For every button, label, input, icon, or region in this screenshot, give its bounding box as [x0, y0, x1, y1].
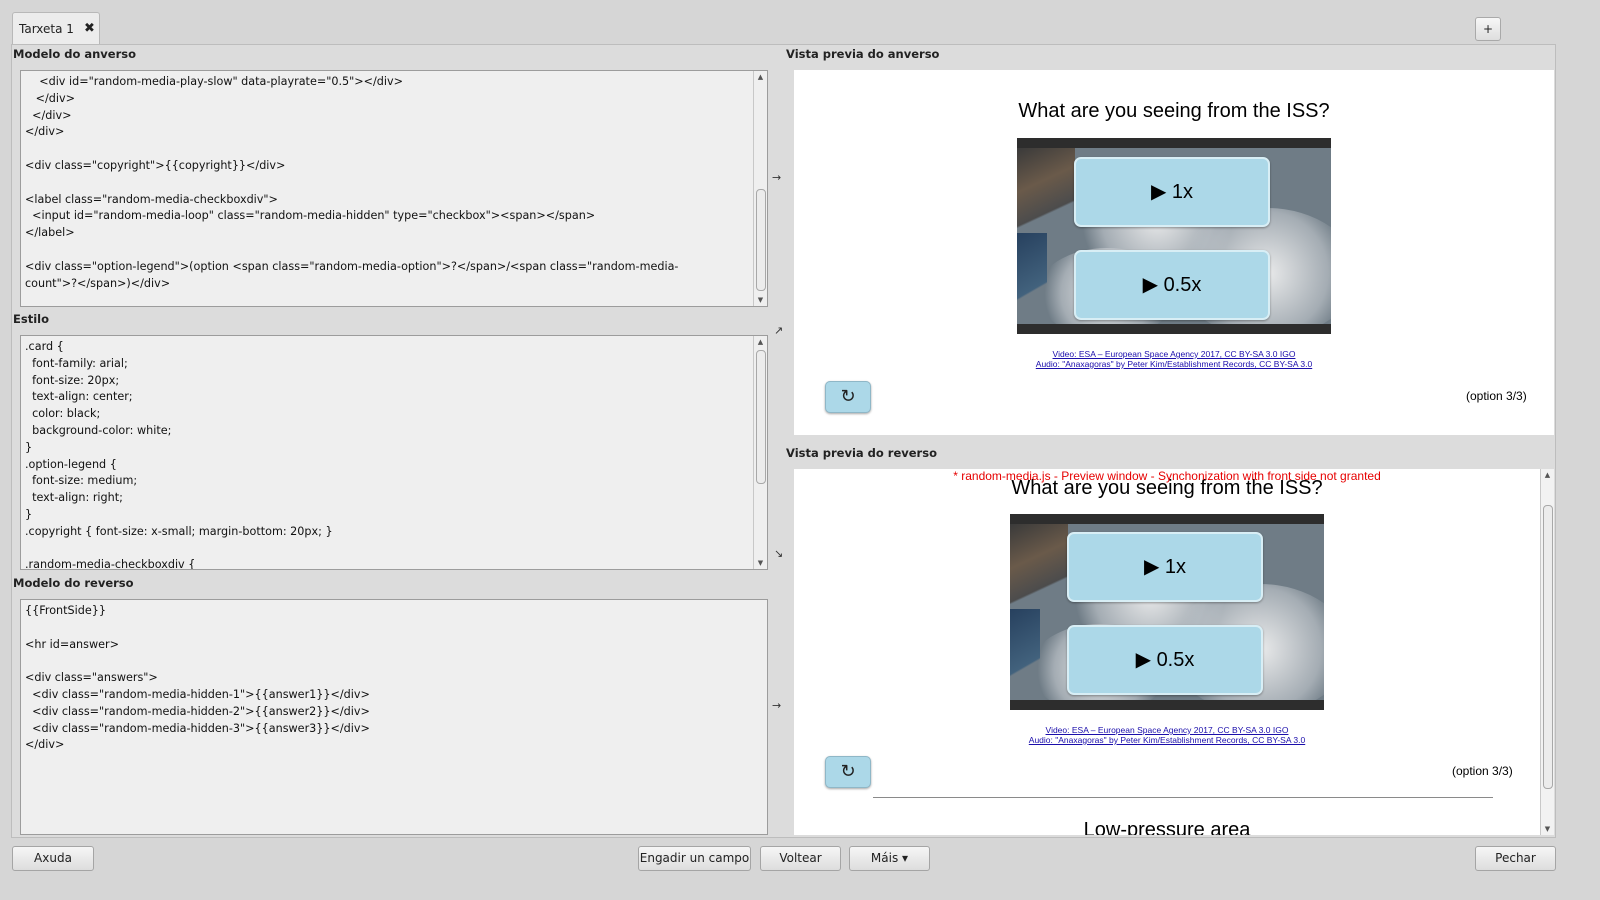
front-template-arrow-icon[interactable]: →: [772, 171, 781, 184]
scroll-thumb[interactable]: [1543, 505, 1553, 789]
play-slow-button[interactable]: ▶ 0.5x: [1074, 250, 1270, 320]
loop-toggle-button[interactable]: ↻: [825, 756, 871, 788]
copyright: Video: ESA – European Space Agency 2017,…: [927, 725, 1407, 745]
scroll-up-icon[interactable]: ▲: [754, 71, 767, 83]
close-button[interactable]: Pechar: [1475, 846, 1556, 871]
expand-up-right-icon[interactable]: ↗: [774, 324, 783, 337]
scroll-up-icon[interactable]: ▲: [1541, 469, 1554, 481]
add-tab-button[interactable]: +: [1475, 17, 1501, 41]
tab-label: Tarxeta 1: [19, 21, 74, 36]
front-preview-label: Vista previa do anverso: [786, 47, 940, 61]
tab-tarxeta-1[interactable]: Tarxeta 1 ✖: [12, 12, 100, 44]
scroll-down-icon[interactable]: ▼: [1541, 823, 1554, 835]
audio-credit-link[interactable]: Audio: "Anaxagoras" by Peter Kim/Establi…: [1036, 359, 1312, 369]
front-template-label: Modelo do anverso: [13, 47, 137, 61]
front-template-scrollbar[interactable]: ▲ ▼: [753, 71, 767, 306]
sync-warning: * random-media.js - Preview window - Syn…: [953, 469, 1381, 483]
more-button[interactable]: Máis ▾: [849, 846, 930, 871]
flip-button[interactable]: Voltear: [760, 846, 841, 871]
scroll-down-icon[interactable]: ▼: [754, 294, 767, 306]
copyright: Video: ESA – European Space Agency 2017,…: [934, 349, 1414, 369]
back-preview-label: Vista previa do reverso: [786, 446, 937, 460]
play-normal-button[interactable]: ▶ 1x: [1074, 157, 1270, 227]
scroll-down-icon[interactable]: ▼: [754, 557, 767, 569]
answer-divider: [873, 797, 1493, 798]
scroll-thumb[interactable]: [756, 350, 766, 484]
add-field-button[interactable]: Engadir un campo: [638, 846, 751, 871]
video-credit-link[interactable]: Video: ESA – European Space Agency 2017,…: [1046, 725, 1289, 735]
styling-editor[interactable]: .card { font-family: arial; font-size: 2…: [20, 335, 768, 570]
front-template-code[interactable]: <div id="random-media-play-slow" data-pl…: [21, 71, 767, 292]
styling-scrollbar[interactable]: ▲ ▼: [753, 336, 767, 569]
option-legend: (option 3/3): [1452, 764, 1513, 778]
scroll-up-icon[interactable]: ▲: [754, 336, 767, 348]
help-button[interactable]: Axuda: [12, 846, 94, 871]
back-preview-scrollbar[interactable]: ▲ ▼: [1540, 469, 1554, 835]
styling-code[interactable]: .card { font-family: arial; font-size: 2…: [21, 336, 767, 569]
scroll-thumb[interactable]: [756, 189, 766, 291]
loop-toggle-button[interactable]: ↻: [825, 381, 871, 413]
back-template-label: Modelo do reverso: [13, 576, 134, 590]
back-template-arrow-icon[interactable]: →: [772, 699, 781, 712]
styling-label: Estilo: [13, 312, 49, 326]
back-preview-pane: What are you seeing from the ISS? * rand…: [794, 469, 1554, 835]
play-normal-button[interactable]: ▶ 1x: [1067, 532, 1263, 602]
option-legend: (option 3/3): [1466, 389, 1527, 403]
video-credit-link[interactable]: Video: ESA – European Space Agency 2017,…: [1053, 349, 1296, 359]
audio-credit-link[interactable]: Audio: "Anaxagoras" by Peter Kim/Establi…: [1029, 735, 1305, 745]
close-tab-icon[interactable]: ✖: [84, 21, 95, 36]
question-text: What are you seeing from the ISS?: [1018, 100, 1330, 122]
play-slow-button[interactable]: ▶ 0.5x: [1067, 625, 1263, 695]
front-preview-pane: What are you seeing from the ISS? ▶ 1x ▶…: [794, 70, 1554, 435]
front-template-editor[interactable]: <div id="random-media-play-slow" data-pl…: [20, 70, 768, 307]
answer-text: Low-pressure area: [1083, 819, 1251, 835]
back-template-editor[interactable]: {{FrontSide}} <hr id=answer> <div class=…: [20, 599, 768, 835]
back-template-code[interactable]: {{FrontSide}} <hr id=answer> <div class=…: [21, 600, 767, 754]
expand-down-right-icon[interactable]: ↘: [774, 547, 783, 560]
